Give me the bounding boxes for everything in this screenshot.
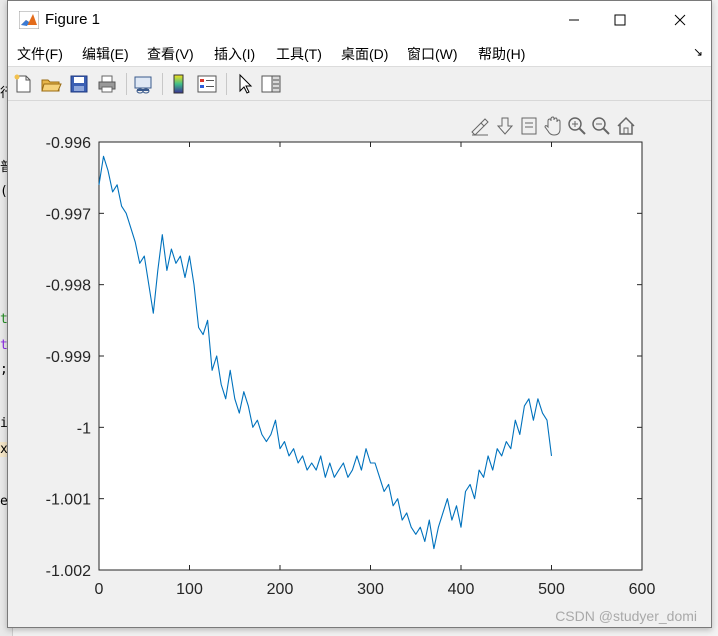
y-tick-label: -0.999 — [46, 349, 91, 366]
x-tick-label: 200 — [267, 581, 294, 598]
y-tick-label: -0.997 — [46, 206, 91, 223]
y-tick-label: -0.998 — [46, 278, 91, 295]
y-tick-label: -0.996 — [46, 135, 91, 152]
y-tick-label: -1 — [77, 420, 91, 437]
watermark-text: CSDN @studyer_domi — [555, 608, 697, 624]
line-chart[interactable]: 0 100 200 300 400 500 600 -1.002 -1.001 -1 -0.999 -… — [8, 1, 711, 627]
figure-window: Figure 1 文件(F) 编辑(E) 查看(V) 插入(I) 工具(T) 桌… — [7, 0, 712, 628]
x-tick-label: 400 — [448, 581, 475, 598]
x-tick-label: 600 — [629, 581, 656, 598]
y-tick-label: -1.002 — [46, 563, 91, 580]
x-tick-label: 300 — [357, 581, 384, 598]
x-tick-label: 100 — [176, 581, 203, 598]
axes-box — [98, 141, 643, 571]
x-tick-label: 0 — [95, 581, 104, 598]
x-tick-label: 500 — [538, 581, 565, 598]
y-tick-label: -1.001 — [46, 492, 91, 509]
